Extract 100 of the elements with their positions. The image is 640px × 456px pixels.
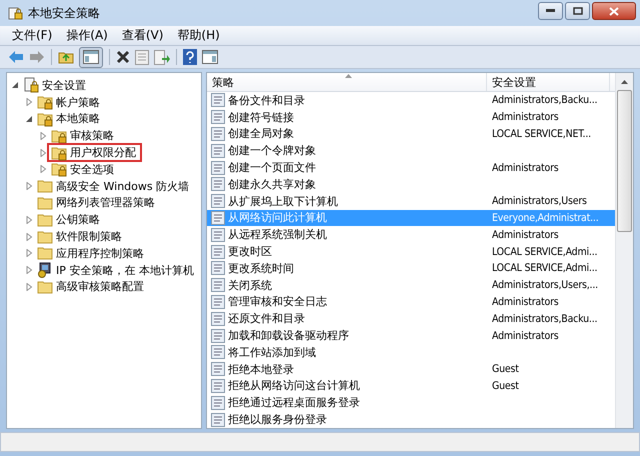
menu-item[interactable]: 操作(A) xyxy=(60,27,116,44)
column-header[interactable]: 安全设置 xyxy=(487,73,610,91)
table-row[interactable]: 拒绝从网络访问这台计算机 Guest xyxy=(207,378,615,394)
menu-item[interactable]: 查看(V) xyxy=(116,27,172,44)
show-hide-tree-button[interactable] xyxy=(79,46,103,68)
locked-folder-icon xyxy=(37,110,53,127)
table-row[interactable]: 创建符号链接 Administrators xyxy=(207,108,615,126)
tree-item[interactable]: 安全选项 xyxy=(49,162,116,177)
export-list-icon[interactable] xyxy=(154,50,170,64)
table-row[interactable]: 创建永久共享对象 xyxy=(207,176,615,193)
table-row[interactable]: 加载和卸载设备驱动程序 Administrators xyxy=(207,327,615,344)
properties-icon[interactable] xyxy=(135,50,149,64)
table-row[interactable]: 拒绝以服务身份登录 xyxy=(207,411,615,428)
tree-item[interactable]: 高级安全 Windows 防火墙 xyxy=(35,178,192,194)
collapsed-arrow-icon[interactable] xyxy=(40,165,46,174)
help-icon[interactable] xyxy=(183,49,197,65)
policy-name: 更改时区 xyxy=(228,244,272,260)
tree-item[interactable]: 帐户策略 xyxy=(35,94,102,110)
policy-item-icon xyxy=(211,93,225,108)
table-row[interactable]: 创建全局对象 LOCAL SERVICE,NET... xyxy=(207,126,615,142)
policy-item-icon xyxy=(211,177,225,192)
tree-item[interactable]: IP 安全策略，在 本地计算机 xyxy=(35,262,196,278)
table-row[interactable]: 备份文件和目录 Administrators,Backu... xyxy=(207,92,615,109)
folder-icon xyxy=(37,245,53,262)
policy-name: 从扩展坞上取下计算机 xyxy=(228,194,338,209)
collapsed-arrow-icon[interactable] xyxy=(26,232,32,241)
collapsed-arrow-icon[interactable] xyxy=(26,98,32,106)
policy-name: 加载和卸载设备驱动程序 xyxy=(228,328,349,344)
tree-item[interactable]: 应用程序控制策略 xyxy=(35,246,146,261)
tree-item[interactable]: 审核策略 xyxy=(49,128,116,144)
table-row[interactable]: 更改系统时间 LOCAL SERVICE,Admi... xyxy=(207,260,615,277)
locked-folder-icon xyxy=(37,94,53,110)
collapsed-arrow-icon[interactable] xyxy=(40,132,46,140)
policy-name: 拒绝以服务身份登录 xyxy=(228,412,327,428)
action-pane-icon[interactable] xyxy=(202,50,218,64)
expanded-arrow-icon[interactable] xyxy=(12,81,18,90)
scroll-up-arrow-icon[interactable] xyxy=(621,80,628,84)
policy-name: 更改系统时间 xyxy=(228,260,294,276)
policy-name: 创建一个令牌对象 xyxy=(228,143,316,158)
security-setting: LOCAL SERVICE,NET... xyxy=(492,128,591,140)
policy-name: 创建永久共享对象 xyxy=(228,176,316,192)
tree-item[interactable]: 软件限制策略 xyxy=(35,229,124,244)
tree-item[interactable]: 网络列表管理器策略 xyxy=(35,195,157,210)
folder-icon xyxy=(37,178,53,194)
collapsed-arrow-icon[interactable] xyxy=(26,266,32,274)
security-setting: Administrators xyxy=(492,111,558,124)
forward-arrow-icon[interactable] xyxy=(29,50,45,64)
menu-item[interactable]: 文件(F) xyxy=(6,27,60,44)
highlighted-tree-item[interactable]: 用户权限分配 xyxy=(47,143,142,162)
collapsed-arrow-icon[interactable] xyxy=(26,182,32,190)
close-button[interactable] xyxy=(592,2,636,20)
policy-item-icon xyxy=(211,210,225,225)
policy-item-icon xyxy=(211,328,225,343)
back-arrow-icon[interactable] xyxy=(8,50,24,64)
tree-item[interactable]: 高级审核策略配置 xyxy=(35,279,146,294)
table-row[interactable]: 从扩展坞上取下计算机 Administrators,Users xyxy=(207,192,615,210)
table-row[interactable]: 管理审核和安全日志 Administrators xyxy=(207,294,615,310)
policy-name: 拒绝本地登录 xyxy=(228,362,294,377)
folder-icon xyxy=(37,228,53,245)
maximize-icon xyxy=(572,7,582,15)
table-row[interactable]: 创建一个页面文件 Administrators xyxy=(207,159,615,176)
security-setting: Administrators xyxy=(492,330,558,342)
policy-item-icon xyxy=(211,345,225,360)
delete-icon[interactable] xyxy=(116,50,130,64)
tree-item[interactable]: 本地策略 xyxy=(35,111,102,126)
policy-item-icon xyxy=(211,396,225,410)
table-row[interactable]: 还原文件和目录 Administrators,Backu... xyxy=(207,310,615,328)
policy-item-icon xyxy=(211,160,225,175)
table-row[interactable]: 从远程系统强制关机 Administrators xyxy=(207,226,615,244)
policy-name: 还原文件和目录 xyxy=(228,311,305,326)
policy-item-icon xyxy=(211,244,225,259)
tree-item[interactable]: 安全设置 xyxy=(21,78,88,93)
table-row[interactable]: 更改时区 LOCAL SERVICE,Admi... xyxy=(207,243,615,260)
collapsed-arrow-icon[interactable] xyxy=(26,216,32,224)
table-row[interactable]: 拒绝通过远程桌面服务登录 xyxy=(207,394,615,412)
policy-name: 管理审核和安全日志 xyxy=(228,294,327,310)
collapsed-arrow-icon[interactable] xyxy=(26,249,32,258)
policy-item-icon xyxy=(211,194,225,208)
menu-item[interactable]: 帮助(H) xyxy=(171,27,228,44)
table-row[interactable]: 将工作站添加到域 xyxy=(207,344,615,361)
vertical-scrollbar[interactable] xyxy=(615,73,633,428)
collapsed-arrow-icon[interactable] xyxy=(40,148,46,157)
security-setting: Administrators,Users,... xyxy=(492,279,598,292)
expanded-arrow-icon[interactable] xyxy=(26,114,32,123)
minimize-icon xyxy=(546,9,555,13)
security-setting: LOCAL SERVICE,Admi... xyxy=(492,246,598,258)
tree-item[interactable]: 公钥策略 xyxy=(35,212,102,228)
table-row[interactable]: 拒绝本地登录 Guest xyxy=(207,360,615,378)
security-setting: Administrators,Backu... xyxy=(492,94,598,106)
minimize-button[interactable] xyxy=(538,2,563,20)
maximize-button[interactable] xyxy=(565,2,590,20)
policy-name: 创建符号链接 xyxy=(228,110,294,125)
column-header[interactable]: 策略 xyxy=(207,73,487,91)
window-title: 本地安全策略 xyxy=(28,4,100,22)
table-row[interactable]: 关闭系统 Administrators,Users,... xyxy=(207,276,615,294)
policy-item-icon xyxy=(211,412,225,427)
collapsed-arrow-icon[interactable] xyxy=(26,282,32,291)
policy-item-icon xyxy=(211,362,225,376)
security-setting: Guest xyxy=(492,380,519,392)
table-row[interactable]: 创建一个令牌对象 xyxy=(207,142,615,160)
